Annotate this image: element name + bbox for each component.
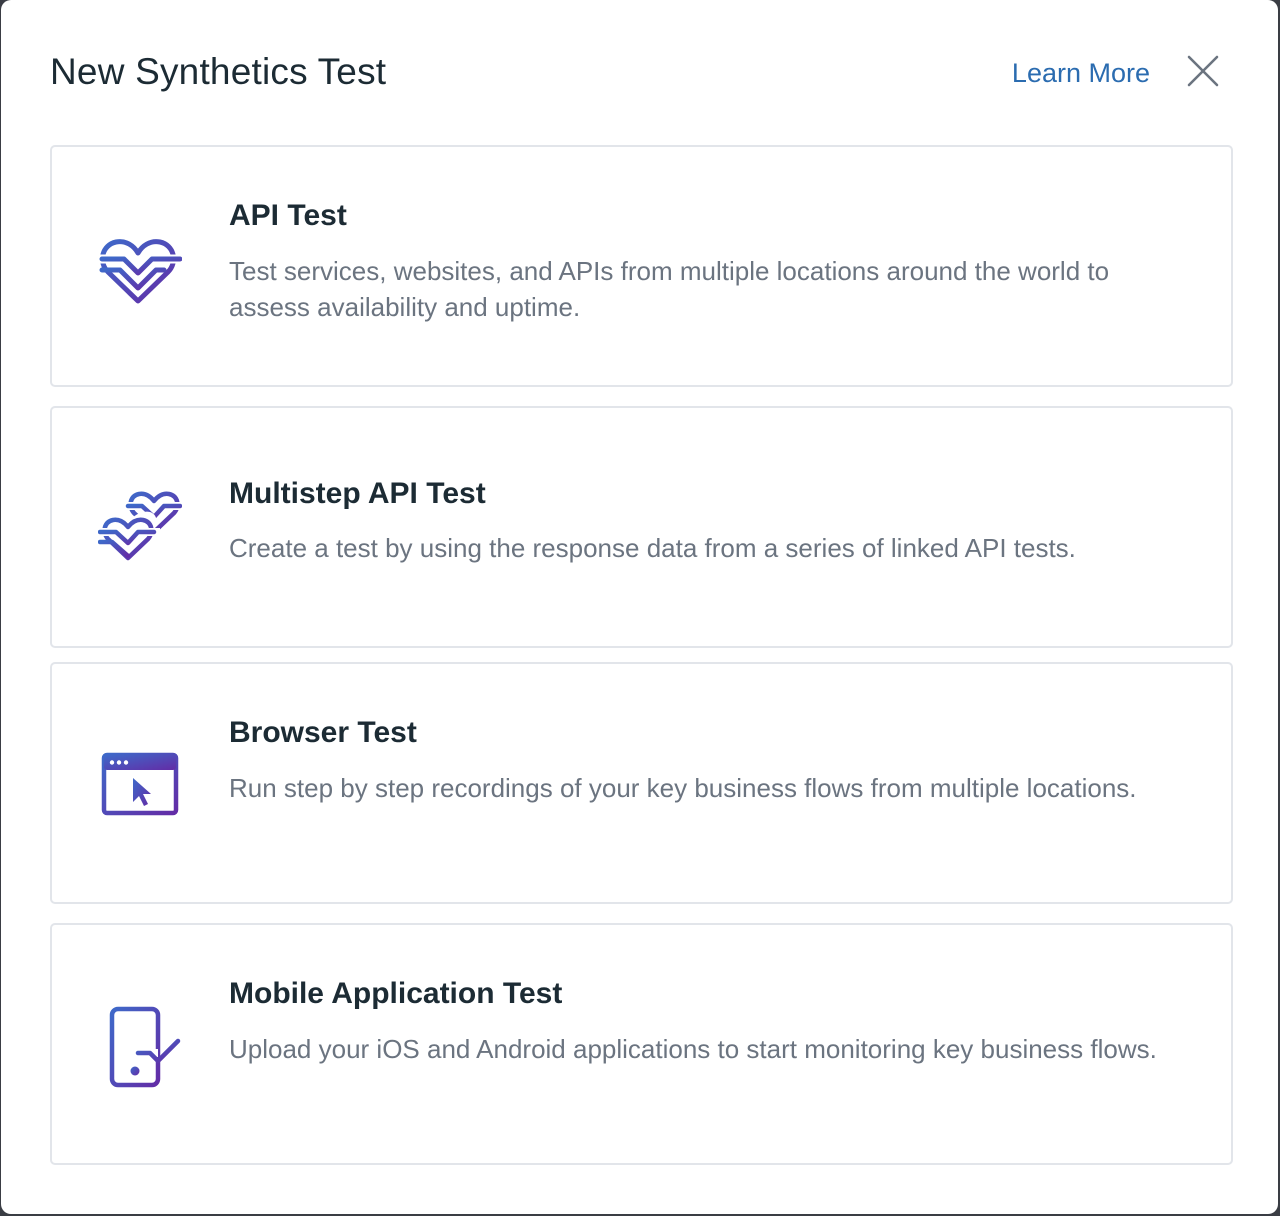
card-description: Upload your iOS and Android applications… [229, 1034, 1157, 1064]
mobile-phone-check-icon [98, 1005, 182, 1089]
close-button[interactable] [1184, 52, 1222, 90]
card-title: Browser Test [229, 716, 417, 749]
close-icon [1187, 55, 1219, 87]
modal-header: New Synthetics Test Learn More [50, 46, 1222, 100]
double-heartbeat-icon [98, 486, 182, 570]
multistep-api-test-card[interactable]: Multistep API Test Create a test by usin… [50, 406, 1233, 648]
card-description: Create a test by using the response data… [229, 533, 1076, 563]
learn-more-link[interactable]: Learn More [1012, 56, 1150, 90]
modal-title: New Synthetics Test [50, 51, 387, 92]
new-synthetics-test-modal: New Synthetics Test Learn More API Test … [1, 0, 1278, 1214]
api-test-card[interactable]: API Test Test services, websites, and AP… [50, 145, 1233, 387]
browser-test-card[interactable]: Browser Test Run step by step recordings… [50, 662, 1233, 904]
heartbeat-icon [98, 229, 182, 313]
card-description: Run step by step recordings of your key … [229, 773, 1137, 803]
card-title: Multistep API Test [229, 477, 486, 510]
card-title: Mobile Application Test [229, 977, 563, 1010]
browser-window-cursor-icon [98, 744, 182, 828]
mobile-application-test-card[interactable]: Mobile Application Test Upload your iOS … [50, 923, 1233, 1165]
card-title: API Test [229, 199, 347, 232]
card-description: Test services, websites, and APIs from m… [229, 256, 1110, 322]
